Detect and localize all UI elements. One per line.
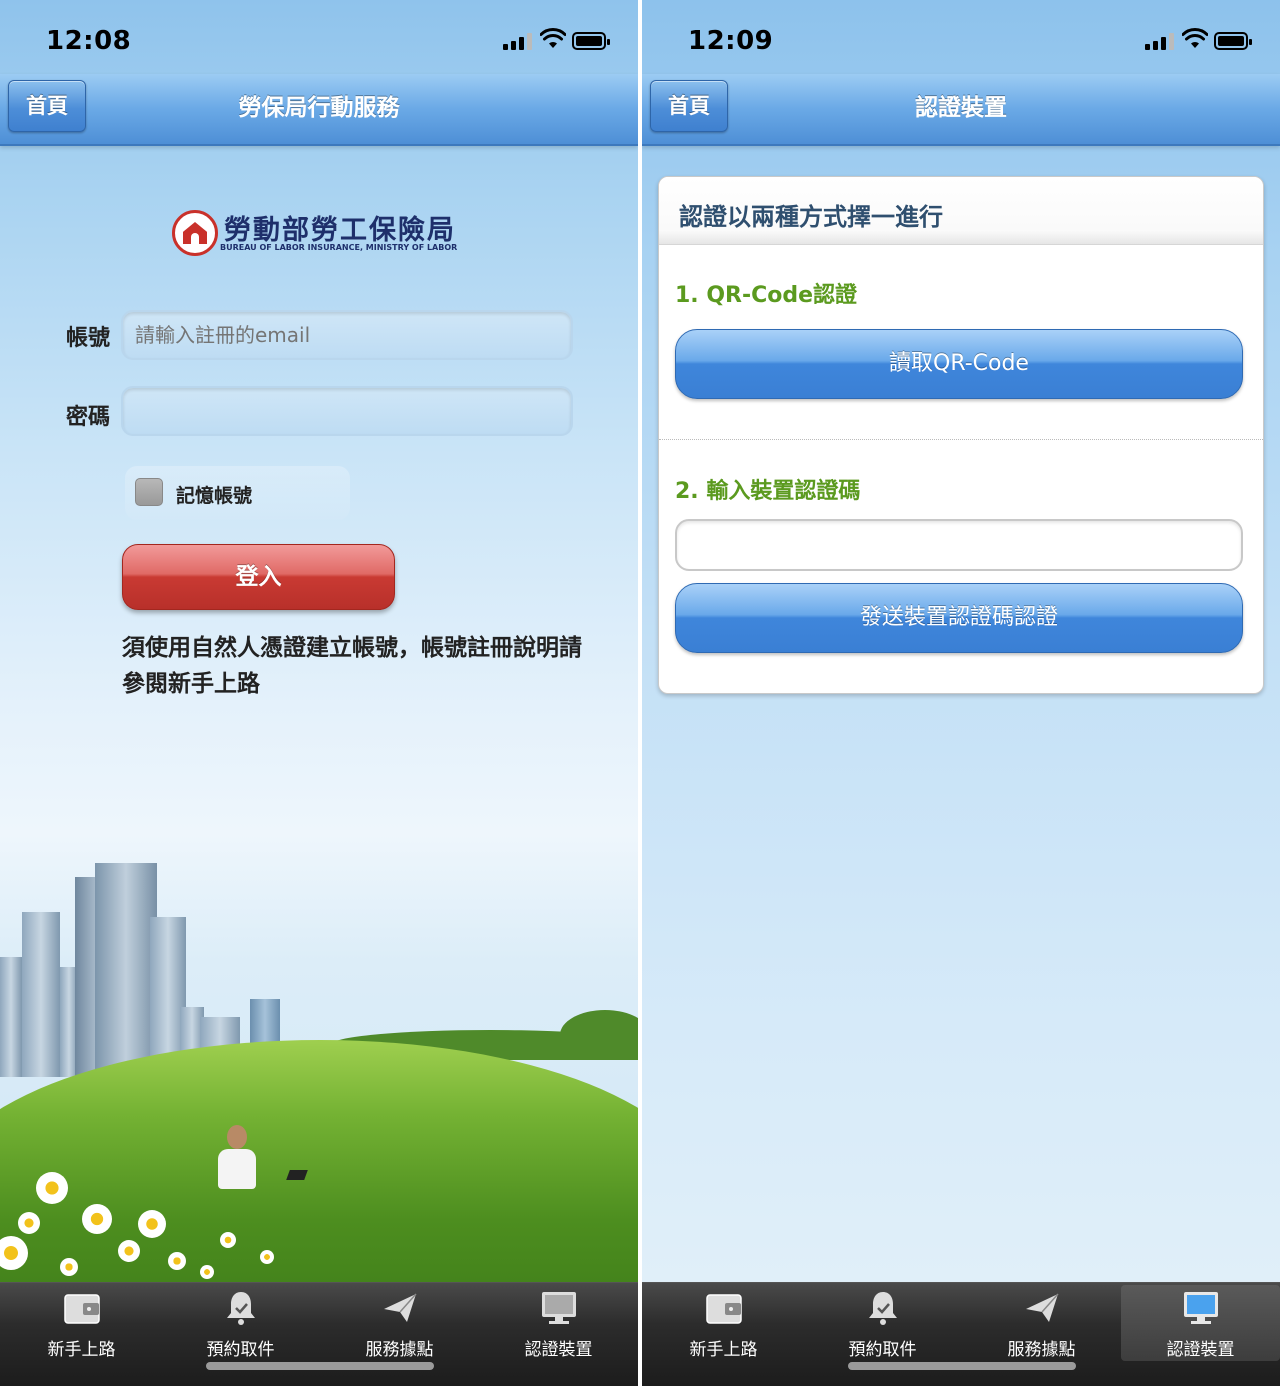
card-header: 認證以兩種方式擇一進行 (659, 177, 1263, 245)
tab-label: 新手上路 (689, 1340, 758, 1360)
laptop-image (286, 1170, 308, 1180)
login-button[interactable]: 登入 (122, 544, 395, 610)
tab-appointment-pickup[interactable]: 預約取件 (803, 1283, 962, 1361)
device-code-input[interactable] (675, 519, 1243, 571)
read-qr-code-button[interactable]: 讀取QR-Code (675, 329, 1243, 399)
logo-chinese-name: 勞動部勞工保險局 (224, 215, 456, 246)
wifi-icon (540, 28, 566, 48)
battery-icon (1214, 32, 1252, 50)
wifi-icon (1182, 28, 1208, 48)
home-button[interactable]: 首頁 (650, 80, 728, 132)
city-meadow-illustration (0, 860, 638, 1340)
tab-bar: 新手上路 預約取件 服務據點 認證裝置 (642, 1282, 1280, 1386)
home-indicator (848, 1362, 1076, 1370)
qr-section-title: 1. QR-Code認證 (675, 283, 858, 308)
registration-note: 須使用自然人憑證建立帳號，帳號註冊說明請參閱新手上路 (122, 635, 582, 697)
tab-device-verification[interactable]: 認證裝置 (479, 1283, 638, 1361)
nav-bar: 認證裝置 首頁 (642, 74, 1280, 146)
battery-icon (572, 32, 610, 50)
right-screen: 12:09 認證裝置 首頁 認證以兩種方式擇一進行 1. QR-Code認證 讀… (642, 0, 1280, 1386)
tab-label: 認證裝置 (1166, 1340, 1235, 1360)
remember-account-label: 記憶帳號 (176, 485, 253, 507)
tab-label: 認證裝置 (524, 1340, 593, 1360)
left-screen: 12:08 勞保局行動服務 首頁 勞動部勞工保險局 BUREAU OF LABO… (0, 0, 638, 1386)
status-bar: 12:08 (0, 0, 638, 80)
section-divider (659, 439, 1263, 440)
paper-plane-icon (384, 1293, 417, 1322)
logo-english-name: BUREAU OF LABOR INSURANCE, MINISTRY OF L… (220, 243, 458, 252)
person-sitting-image (212, 1125, 262, 1195)
tab-label: 預約取件 (206, 1340, 275, 1360)
bli-emblem-icon (172, 210, 218, 256)
send-device-code-button[interactable]: 發送裝置認證碼認證 (675, 583, 1243, 653)
tab-bar: 新手上路 預約取件 服務據點 認證裝置 (0, 1282, 638, 1386)
tab-label: 服務據點 (1007, 1340, 1076, 1360)
nav-bar: 勞保局行動服務 首頁 (0, 74, 638, 146)
wallet-icon (706, 1294, 742, 1324)
cellular-signal-icon (1145, 32, 1175, 50)
password-input[interactable] (121, 386, 573, 436)
status-bar: 12:09 (642, 0, 1280, 80)
cellular-signal-icon (503, 32, 533, 50)
code-section-title: 2. 輸入裝置認證碼 (675, 479, 861, 504)
tab-appointment-pickup[interactable]: 預約取件 (161, 1283, 320, 1361)
status-time: 12:09 (688, 26, 774, 56)
account-input[interactable] (121, 310, 573, 360)
bell-icon (869, 1292, 897, 1325)
verification-card: 認證以兩種方式擇一進行 1. QR-Code認證 讀取QR-Code 2. 輸入… (658, 176, 1264, 694)
page-title: 勞保局行動服務 (238, 95, 400, 121)
status-time: 12:08 (46, 26, 132, 56)
monitor-icon (1184, 1292, 1218, 1324)
wallet-icon (64, 1294, 100, 1324)
remember-account-checkbox[interactable] (135, 478, 163, 506)
paper-plane-icon (1026, 1293, 1059, 1322)
tab-device-verification[interactable]: 認證裝置 (1121, 1285, 1280, 1361)
home-button[interactable]: 首頁 (8, 80, 86, 132)
page-title: 認證裝置 (915, 95, 1007, 121)
tab-label: 新手上路 (47, 1340, 116, 1360)
home-indicator (206, 1362, 434, 1370)
card-title: 認證以兩種方式擇一進行 (679, 203, 943, 231)
tab-label: 預約取件 (848, 1340, 917, 1360)
tab-service-locations[interactable]: 服務據點 (320, 1283, 479, 1361)
password-label: 密碼 (66, 405, 111, 430)
bli-logo: 勞動部勞工保險局 BUREAU OF LABOR INSURANCE, MINI… (172, 206, 472, 262)
tab-label: 服務據點 (365, 1340, 434, 1360)
tab-service-locations[interactable]: 服務據點 (962, 1283, 1121, 1361)
account-label: 帳號 (66, 326, 111, 351)
tab-getting-started[interactable]: 新手上路 (644, 1283, 803, 1361)
bell-icon (227, 1292, 255, 1325)
monitor-icon (542, 1292, 576, 1324)
tab-getting-started[interactable]: 新手上路 (2, 1283, 161, 1361)
